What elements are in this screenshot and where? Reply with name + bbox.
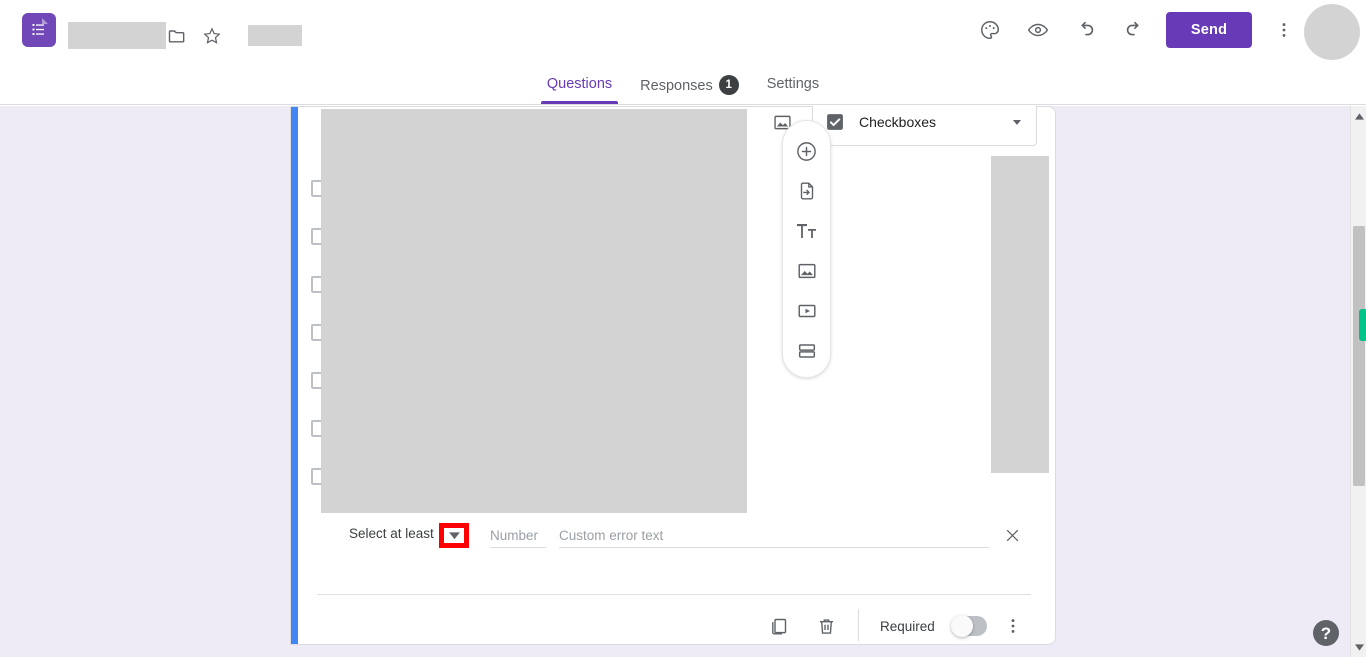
undo-icon[interactable] <box>1074 18 1098 42</box>
send-button[interactable]: Send <box>1166 12 1252 48</box>
add-title-icon[interactable] <box>795 219 819 243</box>
folder-icon[interactable] <box>166 25 188 47</box>
scrollbar-thumb[interactable] <box>1353 226 1365 486</box>
vertical-scrollbar[interactable] <box>1350 106 1366 657</box>
help-button[interactable]: ? <box>1313 620 1339 646</box>
validation-error-text-input[interactable] <box>559 523 989 548</box>
star-icon[interactable] <box>201 25 223 47</box>
form-canvas: Checkboxes Select at least Number Custom… <box>0 106 1350 657</box>
tab-questions[interactable]: Questions <box>533 72 626 104</box>
question-side-redaction <box>991 156 1049 473</box>
forms-logo-icon[interactable] <box>22 13 56 47</box>
duplicate-icon[interactable] <box>766 614 790 638</box>
add-video-icon[interactable] <box>795 299 819 323</box>
scroll-up-arrow-icon[interactable] <box>1351 108 1366 124</box>
validation-rule-label: Select at least <box>349 526 434 541</box>
validation-condition-dropdown[interactable] <box>439 523 469 548</box>
required-toggle-knob <box>951 615 973 637</box>
card-selected-accent-bar <box>291 107 298 644</box>
tab-responses-label: Responses <box>640 77 713 94</box>
required-label: Required <box>880 619 935 634</box>
card-footer-divider <box>317 594 1031 595</box>
add-image-icon[interactable] <box>795 259 819 283</box>
form-title-input[interactable] <box>68 22 166 49</box>
response-validation-row: Select at least <box>291 517 1057 557</box>
responses-count-badge: 1 <box>718 75 739 95</box>
question-type-label: Checkboxes <box>859 114 937 130</box>
add-section-icon[interactable] <box>795 339 819 363</box>
add-question-icon[interactable] <box>795 139 819 163</box>
question-more-options-icon[interactable] <box>1001 614 1025 638</box>
tab-questions-label: Questions <box>546 76 613 92</box>
import-questions-icon[interactable] <box>795 179 819 203</box>
checkbox-checked-icon <box>825 112 845 132</box>
help-button-label: ? <box>1320 623 1332 643</box>
footer-divider <box>858 609 859 641</box>
chevron-down-icon <box>1010 115 1024 129</box>
close-icon[interactable] <box>1001 524 1023 546</box>
more-vert-icon[interactable] <box>1272 18 1296 42</box>
app-header: Send Questions Responses 1 Settings <box>0 0 1366 105</box>
eye-icon[interactable] <box>1026 18 1050 42</box>
question-type-select[interactable]: Checkboxes <box>812 106 1037 146</box>
scroll-down-arrow-icon[interactable] <box>1351 639 1366 655</box>
tab-settings[interactable]: Settings <box>753 72 833 104</box>
scrollbar-position-marker <box>1359 309 1366 341</box>
tab-responses[interactable]: Responses 1 <box>626 72 753 108</box>
question-options-redaction <box>321 109 747 513</box>
validation-number-input[interactable] <box>490 523 546 548</box>
dropdown-triangle-icon <box>444 528 464 543</box>
main-tabs: Questions Responses 1 Settings <box>0 72 1366 108</box>
redo-icon[interactable] <box>1122 18 1146 42</box>
form-save-status <box>248 25 302 46</box>
tab-settings-label: Settings <box>766 76 820 92</box>
required-toggle[interactable] <box>951 615 987 637</box>
question-tools-toolbar <box>782 120 831 378</box>
trash-icon[interactable] <box>814 614 838 638</box>
avatar[interactable] <box>1304 4 1360 60</box>
palette-icon[interactable] <box>978 18 1002 42</box>
question-card[interactable]: Checkboxes Select at least Number Custom… <box>290 106 1056 645</box>
